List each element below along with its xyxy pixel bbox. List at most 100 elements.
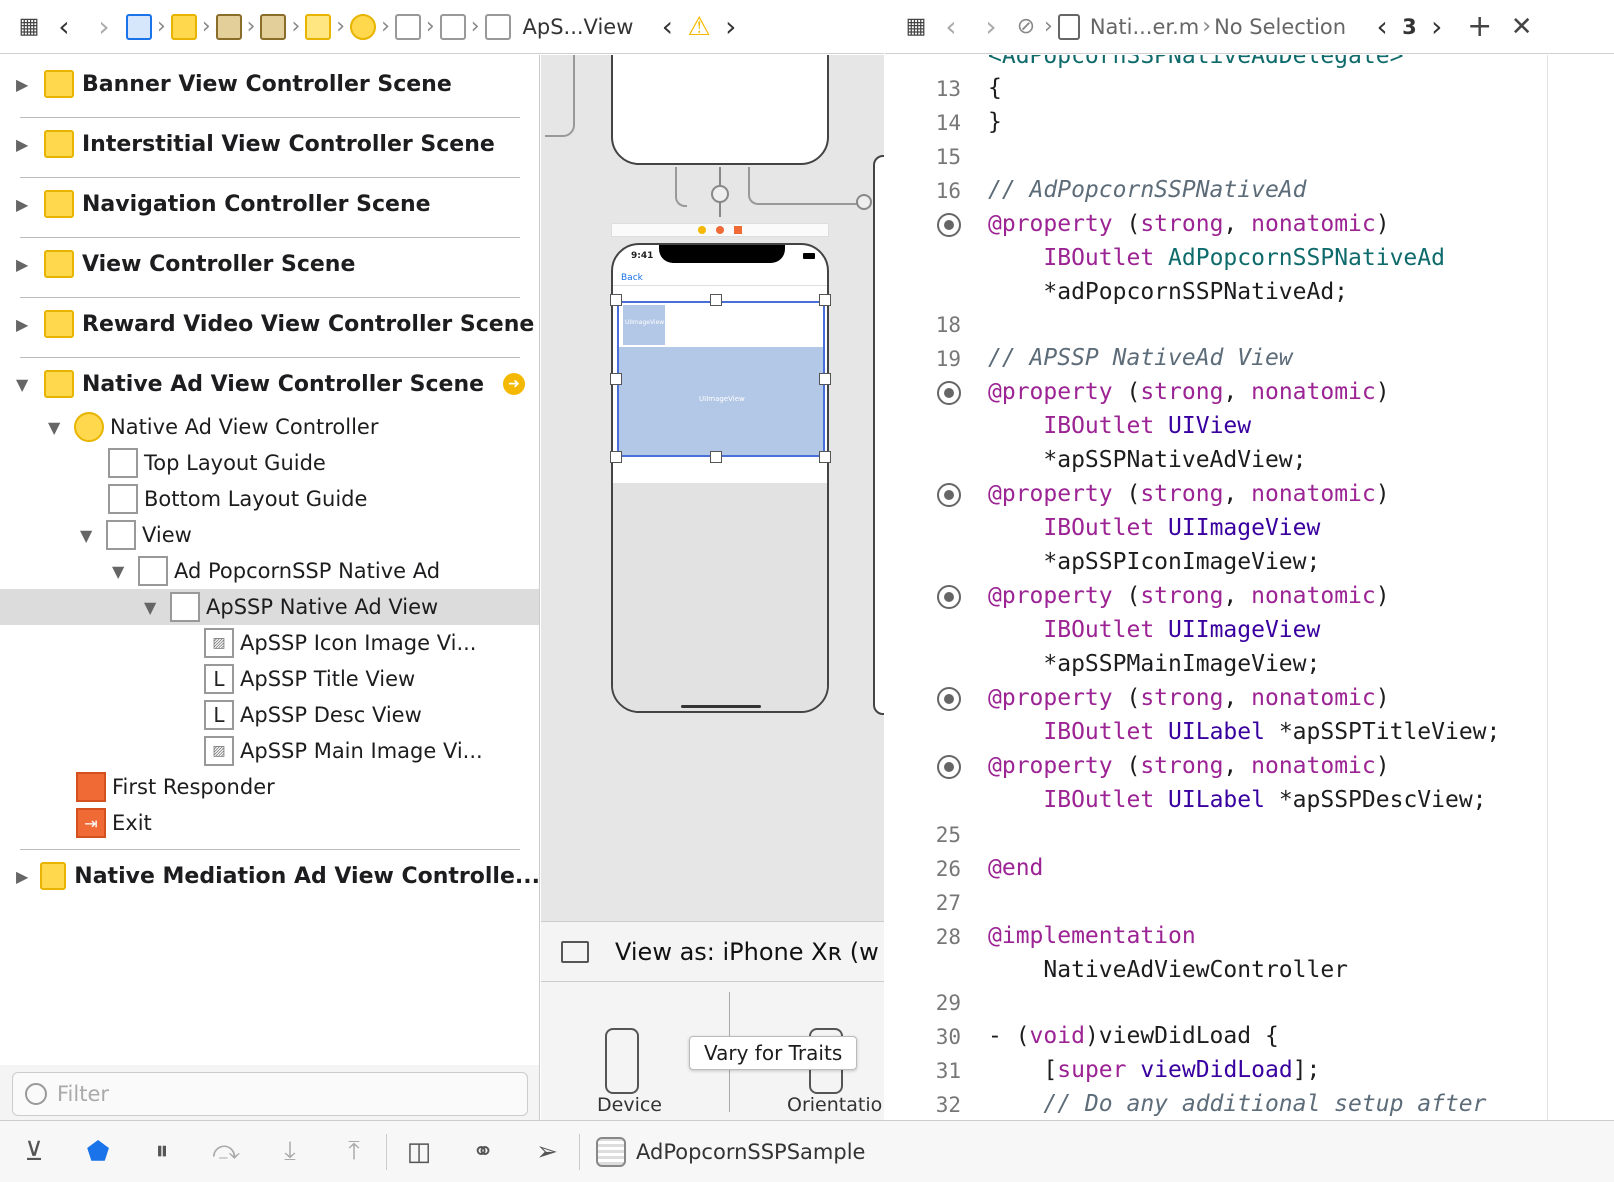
disclosure-down-icon[interactable]: ▼	[144, 598, 166, 617]
disclosure-right-icon[interactable]: ▶	[16, 867, 34, 886]
tree-ad-popcorn-native-ad[interactable]: ▼ Ad PopcornSSP Native Ad	[112, 553, 440, 589]
tree-main-image-view[interactable]: ▨ ApSSP Main Image Vi...	[204, 733, 483, 769]
scene-icon[interactable]	[305, 13, 332, 40]
disclosure-right-icon[interactable]: ▶	[16, 135, 38, 154]
previous-chevron-icon[interactable]: ‹	[1362, 10, 1402, 43]
forward-chevron-icon[interactable]: ›	[84, 10, 124, 43]
storyboard-icon[interactable]	[215, 13, 242, 40]
resize-handle[interactable]	[610, 294, 622, 306]
forward-chevron-icon[interactable]: ›	[971, 10, 1011, 43]
resize-handle[interactable]	[819, 294, 831, 306]
native-ad-view-selected[interactable]: UIImageView UIImageView	[617, 301, 825, 457]
resize-handle[interactable]	[819, 451, 831, 463]
tree-desc-view[interactable]: L ApSSP Desc View	[204, 697, 422, 733]
selection-name[interactable]: No Selection	[1214, 15, 1346, 39]
back-chevron-icon[interactable]: ‹	[44, 10, 84, 43]
vary-for-traits-tooltip[interactable]: Vary for Traits	[689, 1036, 858, 1070]
device-icon[interactable]	[605, 1028, 639, 1094]
tree-native-ad-view[interactable]: ▼ ApSSP Native Ad View	[0, 589, 539, 625]
back-chevron-icon[interactable]: ‹	[931, 10, 971, 43]
exit-dock-icon[interactable]	[734, 226, 742, 234]
view-as-label[interactable]: View as: iPhone Xʀ (w	[615, 938, 879, 966]
native-ad-scene-phone[interactable]: 9:41 Back UIImageView UIImageView	[611, 243, 829, 713]
assistant-counterparts-icon[interactable]: ⊘	[1011, 12, 1041, 42]
back-button[interactable]: Back	[621, 273, 643, 283]
resize-handle[interactable]	[710, 294, 722, 306]
file-name[interactable]: Nati...er.m	[1090, 15, 1199, 39]
disclosure-down-icon[interactable]: ▼	[80, 526, 102, 545]
resize-handle[interactable]	[610, 451, 622, 463]
previous-issue-chevron-icon[interactable]: ‹	[647, 10, 687, 43]
outlet-connection-icon[interactable]	[937, 755, 961, 779]
objc-file-icon[interactable]	[1057, 13, 1080, 40]
tree-native-ad-controller[interactable]: ▼ Native Ad View Controller	[48, 409, 378, 445]
view-icon[interactable]	[394, 13, 421, 40]
tree-view[interactable]: ▼ View	[80, 517, 192, 553]
add-editor-icon[interactable]: +	[1465, 9, 1495, 44]
tree-title-view[interactable]: L ApSSP Title View	[204, 661, 415, 697]
ad-view-icon[interactable]	[439, 13, 466, 40]
step-out-icon[interactable]: ⤒	[322, 1121, 386, 1182]
hide-debug-area-icon[interactable]: ⊻	[2, 1121, 66, 1182]
outlet-connection-icon[interactable]	[937, 381, 961, 405]
segue-icon[interactable]	[856, 194, 872, 210]
outlet-connection-icon[interactable]	[937, 483, 961, 507]
segue-icon[interactable]	[711, 185, 729, 203]
breadcrumb-current[interactable]: ApS...View	[523, 15, 634, 39]
scene-native-mediation[interactable]: ▶ Native Mediation Ad View Controlle...	[0, 847, 539, 905]
native-ad-view-icon[interactable]	[484, 13, 511, 40]
disclosure-down-icon[interactable]: ▼	[112, 562, 134, 581]
disclosure-right-icon[interactable]: ▶	[16, 315, 38, 334]
outlet-connection-icon[interactable]	[937, 687, 961, 711]
disclosure-right-icon[interactable]: ▶	[16, 255, 38, 274]
scene-reward-video[interactable]: ▶ Reward Video View Controller Scene	[0, 295, 539, 353]
icon-image-view[interactable]: UIImageView	[623, 305, 665, 345]
disclosure-down-icon[interactable]: ▼	[48, 418, 70, 437]
scene-view-controller[interactable]: ▶ View Controller Scene	[0, 235, 539, 293]
next-scene-phone[interactable]	[873, 155, 884, 715]
scene-banner[interactable]: ▶ Banner View Controller Scene	[0, 55, 539, 113]
storyboard-base-icon[interactable]	[260, 13, 287, 40]
go-arrow-icon[interactable]: ➜	[503, 373, 525, 395]
scene-dock[interactable]	[611, 223, 829, 237]
disclosure-down-icon[interactable]: ▼	[16, 375, 38, 394]
disclosure-right-icon[interactable]: ▶	[16, 75, 38, 94]
view-controller-icon[interactable]	[350, 13, 377, 40]
filter-field[interactable]: Filter	[12, 1072, 528, 1116]
simulate-location-icon[interactable]: ➢	[515, 1121, 579, 1182]
warning-icon[interactable]: ⚠	[687, 12, 710, 42]
step-into-icon[interactable]: ⤓	[258, 1121, 322, 1182]
close-editor-icon[interactable]: ✕	[1507, 12, 1537, 42]
pause-icon[interactable]: ⏸	[130, 1121, 194, 1182]
tree-icon-image-view[interactable]: ▨ ApSSP Icon Image Vi...	[204, 625, 476, 661]
assistant-code-editor[interactable]: <AdPopcornSSPNativeAdDelegate> 13 { 14 }…	[885, 55, 1614, 1120]
tree-top-layout-guide[interactable]: Top Layout Guide	[108, 445, 326, 481]
next-chevron-icon[interactable]: ›	[1417, 10, 1457, 43]
disclosure-right-icon[interactable]: ▶	[16, 195, 38, 214]
tree-first-responder[interactable]: First Responder	[76, 769, 275, 805]
resize-handle[interactable]	[819, 373, 831, 385]
scene-native-ad[interactable]: ▼ Native Ad View Controller Scene ➜	[0, 355, 539, 413]
scene-navigation[interactable]: ▶ Navigation Controller Scene	[0, 175, 539, 233]
folder-icon[interactable]	[170, 13, 197, 40]
view-controller-dock-icon[interactable]	[698, 226, 706, 234]
previous-scene-phone[interactable]	[611, 55, 829, 165]
breakpoints-icon[interactable]: ⬟	[66, 1121, 130, 1182]
scheme-name[interactable]: AdPopcornSSPSample	[636, 1140, 865, 1164]
tree-bottom-layout-guide[interactable]: Bottom Layout Guide	[108, 481, 367, 517]
outlet-connection-icon[interactable]	[937, 213, 961, 237]
outlet-connection-icon[interactable]	[937, 585, 961, 609]
project-icon[interactable]	[126, 13, 152, 40]
view-debugger-icon[interactable]: ◫	[387, 1121, 451, 1182]
related-items-icon[interactable]: ▦	[14, 12, 44, 42]
related-items-icon[interactable]: ▦	[901, 12, 931, 42]
scene-interstitial[interactable]: ▶ Interstitial View Controller Scene	[0, 115, 539, 173]
tree-exit[interactable]: ⇥ Exit	[76, 805, 152, 841]
memory-graph-icon[interactable]: ⚭	[451, 1121, 515, 1182]
step-over-icon[interactable]: ⤼	[194, 1121, 258, 1182]
storyboard-canvas[interactable]: 9:41 Back UIImageView UIImageView View a…	[541, 55, 884, 1120]
resize-handle[interactable]	[610, 373, 622, 385]
resize-handle[interactable]	[710, 451, 722, 463]
main-image-view[interactable]: UIImageView	[619, 347, 823, 455]
next-issue-chevron-icon[interactable]: ›	[711, 10, 751, 43]
